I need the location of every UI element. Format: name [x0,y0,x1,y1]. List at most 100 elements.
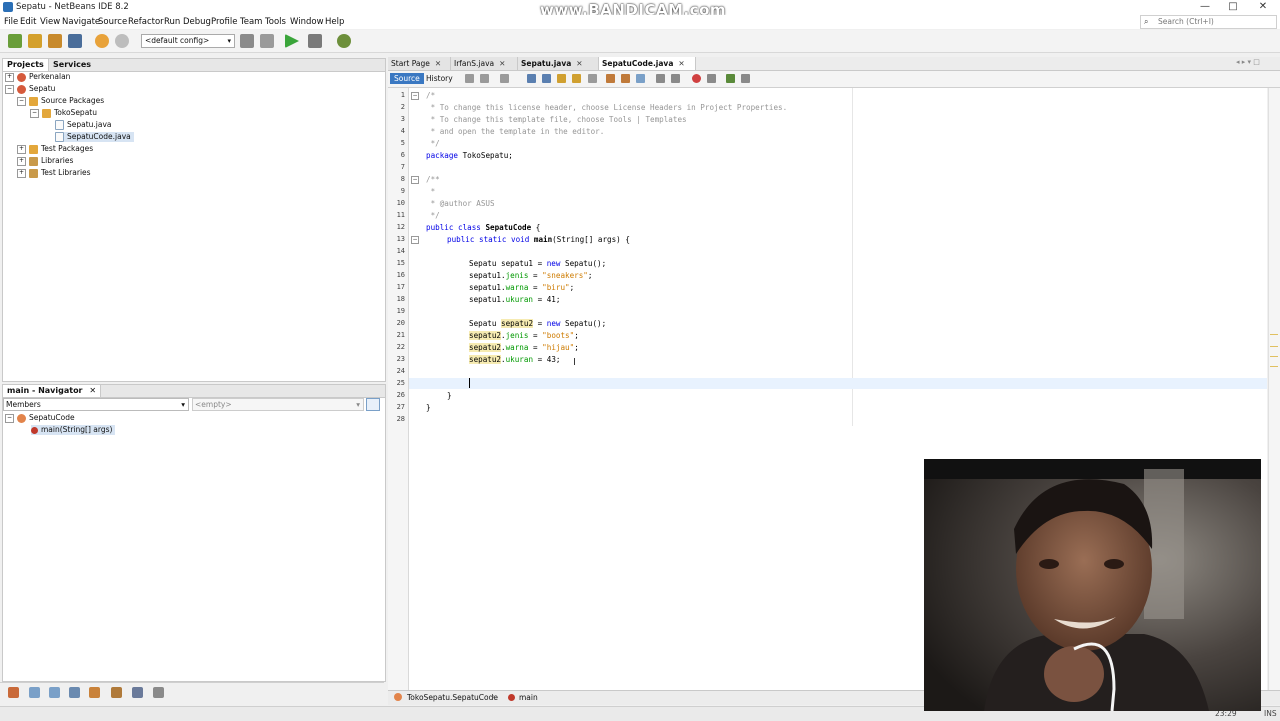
menu-view[interactable]: View [40,17,60,27]
tree-item-tokosepatu[interactable]: − TokoSepatu [30,108,97,118]
filter-nonpublic-icon[interactable] [49,687,60,698]
tab-services[interactable]: Services [49,59,95,71]
uncomment-icon[interactable] [741,74,750,83]
expand-icon[interactable]: + [17,144,26,154]
config-select[interactable]: <default config> ▾ [141,34,235,48]
tab-start-page[interactable]: Start Page ✕ [388,57,451,70]
build-hammer-icon[interactable] [240,34,254,48]
toggle-rectangular-icon[interactable] [588,74,597,83]
tab-irfans-java[interactable]: IrfanS.java ✕ [451,57,518,70]
close-icon[interactable]: ✕ [89,386,96,395]
tab-label: IrfanS.java [454,59,495,68]
sort-icon[interactable] [111,687,122,698]
tree-item-sepatu-java[interactable]: Sepatu.java [55,120,112,130]
source-mode-button[interactable]: Source [390,73,424,84]
tab-projects[interactable]: Projects [3,59,49,71]
menu-tools[interactable]: Tools [265,17,286,27]
shift-right-icon[interactable] [671,74,680,83]
profile-icon[interactable] [337,34,351,48]
collapse-icon[interactable]: − [17,96,26,106]
next-bookmark-icon[interactable] [621,74,630,83]
new-project-icon[interactable] [28,34,42,48]
last-edit-icon[interactable] [465,74,474,83]
code-text: = [528,331,543,340]
menu-run[interactable]: Run [164,17,180,27]
start-macro-icon[interactable] [692,74,701,83]
menu-edit[interactable]: Edit [20,17,36,27]
tree-item-test-libraries[interactable]: + Test Libraries [17,168,91,178]
filter-select[interactable]: <empty> ▾ [192,398,364,411]
close-window-button[interactable]: ✕ [1248,0,1278,14]
tab-scroll-icons[interactable]: ◂ ▸ ▾ □ [1236,58,1260,66]
find-previous-icon[interactable] [542,74,551,83]
nav-item-main[interactable]: main(String[] args) [31,425,116,435]
comment-icon[interactable] [726,74,735,83]
toggle-highlight-icon[interactable] [572,74,581,83]
menu-window[interactable]: Window [290,17,324,27]
editor-scrollbar[interactable] [1268,88,1280,690]
debug-icon[interactable] [308,34,322,48]
filter-inner-icon[interactable] [69,687,80,698]
collapse-icon[interactable]: − [30,108,39,118]
find-selection-icon[interactable] [527,74,536,83]
breadcrumb-method[interactable]: main [519,693,538,702]
nav-item-sepatucode[interactable]: − SepatuCode [5,413,75,423]
filter-inherited-icon[interactable] [89,687,100,698]
minimize-button[interactable]: — [1190,0,1220,14]
tree-item-test-packages[interactable]: + Test Packages [17,144,93,154]
undo-icon[interactable] [95,34,109,48]
menu-navigate[interactable]: Navigate [62,17,100,27]
navigator-options-icon[interactable] [366,398,380,411]
tree-item-libraries[interactable]: + Libraries [17,156,73,166]
tab-navigator[interactable]: main - Navigator ✕ [3,385,102,397]
close-icon[interactable]: ✕ [576,59,582,68]
filter-fields-icon[interactable] [8,687,19,698]
back-icon[interactable] [480,74,489,83]
navigator-tab-header: main - Navigator ✕ [3,385,385,398]
filter-static-icon[interactable] [29,687,40,698]
breadcrumb-class[interactable]: TokoSepatu.SepatuCode [407,693,498,702]
close-icon[interactable]: ✕ [435,59,441,68]
find-next-icon[interactable] [557,74,566,83]
close-icon[interactable]: ✕ [678,59,684,68]
expand-icon[interactable]: + [17,168,26,178]
previous-bookmark-icon[interactable] [606,74,615,83]
expand-icon[interactable]: + [17,156,26,166]
expand-icon[interactable]: + [5,72,14,82]
clean-build-icon[interactable] [260,34,274,48]
open-project-icon[interactable] [48,34,62,48]
forward-icon[interactable] [500,74,509,83]
history-mode-button[interactable]: History [422,73,457,84]
fold-icon[interactable]: − [411,92,419,100]
collapse-icon[interactable]: − [5,84,14,94]
stop-macro-icon[interactable] [707,74,716,83]
search-input[interactable]: ⌕ Search (Ctrl+I) [1140,15,1277,29]
tab-sepatu-java[interactable]: Sepatu.java ✕ [518,57,599,70]
close-icon[interactable]: ✕ [499,59,505,68]
tree-item-perkenalan[interactable]: + Perkenalan [5,72,70,82]
code-text: = [533,319,547,328]
menu-source[interactable]: Source [98,17,127,27]
fold-icon[interactable]: − [411,236,419,244]
sort-alpha-icon[interactable] [132,687,143,698]
menu-profile[interactable]: Profile [211,17,237,27]
tab-sepatucode-java[interactable]: SepatuCode.java ✕ [599,57,696,70]
menu-debug[interactable]: Debug [183,17,211,27]
tree-item-source-packages[interactable]: − Source Packages [17,96,104,106]
shift-left-icon[interactable] [656,74,665,83]
members-select[interactable]: Members ▾ [3,398,189,411]
menu-file[interactable]: File [4,17,18,27]
toggle-bookmark-icon[interactable] [636,74,645,83]
sort-position-icon[interactable] [153,687,164,698]
redo-icon[interactable] [115,34,129,48]
menu-team[interactable]: Team [240,17,262,27]
menu-refactor[interactable]: Refactor [128,17,164,27]
tree-item-sepatucode-java[interactable]: SepatuCode.java [55,132,134,142]
collapse-icon[interactable]: − [5,413,14,423]
new-file-icon[interactable] [8,34,22,48]
fold-icon[interactable]: − [411,176,419,184]
save-all-icon[interactable] [68,34,82,48]
tree-item-sepatu[interactable]: − Sepatu [5,84,55,94]
restore-button[interactable]: □ [1218,0,1248,14]
menu-help[interactable]: Help [325,17,344,27]
